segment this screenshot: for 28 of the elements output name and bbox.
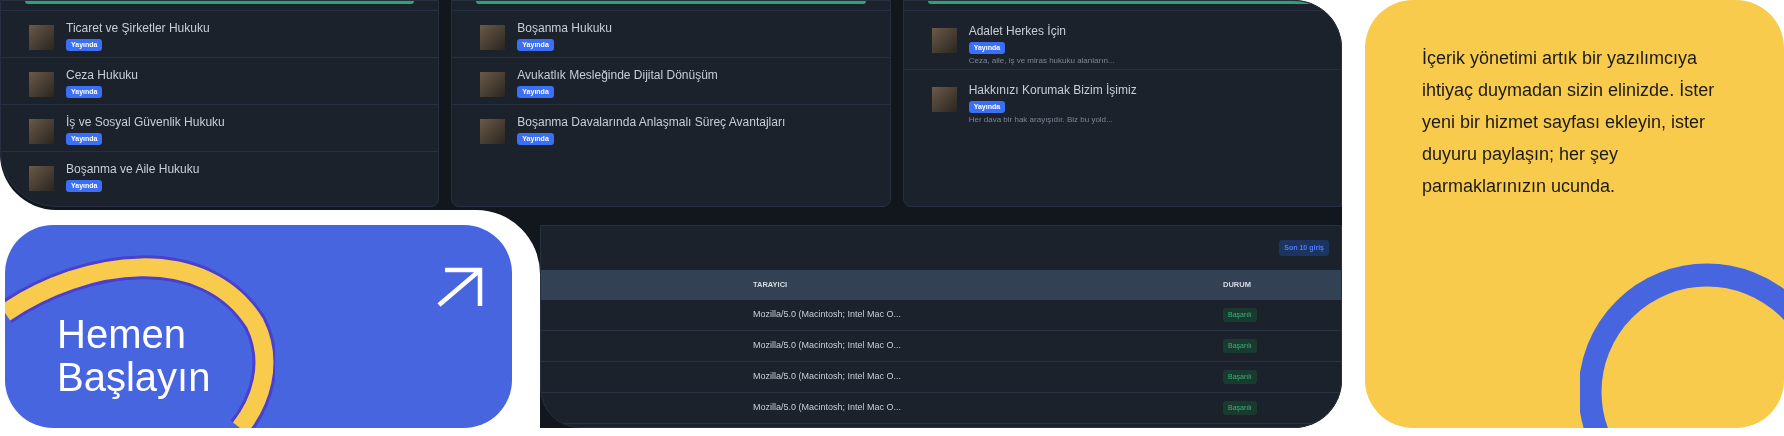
photo-placeholder (480, 25, 506, 50)
button-label: Hemen Başlayın (57, 313, 212, 399)
browser-cell-text: Mozilla/5.0 (Macintosh; Intel Mac O... (753, 308, 903, 322)
post-excerpt: Her dava bir hak arayışıdır. Biz bu yold... (968, 115, 1113, 125)
photo-placeholder (480, 119, 506, 144)
post-title[interactable]: İş ve Sosyal Güvenlik Hukuku (66, 114, 225, 130)
arrow-up-right-icon (437, 267, 483, 307)
promo-text: İçerik yönetimi artık bir yazılımcıya ihtiyaç duymadan sizin elinizde. İster yeni bir hizmet sayfası ekleyin, ister duyuru paylaşın; her şey parmaklarınızın ucunda. (1422, 47, 1716, 198)
photo-placeholder (29, 166, 54, 191)
browser-cell-text: Mozilla/5.0 (Macintosh; Intel Mac O... (753, 401, 903, 415)
photo-placeholder (931, 87, 957, 112)
post-title[interactable]: Ticaret ve Şirketler Hukuku (66, 20, 210, 36)
post-title[interactable]: Hakkınızı Korumak Bizim İşimiz (968, 82, 1137, 98)
photo-placeholder (931, 28, 957, 53)
post-excerpt: Ceza, aile, iş ve miras hukuku alanların... (968, 56, 1115, 66)
get-started-button[interactable]: Hemen Başlayın (5, 225, 512, 428)
post-title[interactable]: Boşanma Davalarında Anlaşmalı Süreç Avantajları (517, 114, 786, 130)
browser-cell-text: Mozilla/5.0 (Macintosh; Intel Mac O... (753, 370, 903, 384)
post-title[interactable]: Boşanma Hukuku (517, 20, 613, 36)
post-title[interactable]: Ceza Hukuku (66, 67, 139, 83)
photo-placeholder (29, 72, 54, 97)
photo-placeholder (29, 119, 54, 144)
post-title[interactable]: Boşanma ve Aile Hukuku (66, 161, 200, 177)
photo-placeholder (29, 25, 54, 50)
photo-placeholder (480, 72, 506, 97)
post-title[interactable]: Adalet Herkes İçin (968, 23, 1067, 39)
post-title[interactable]: Avukatlık Mesleğinde Dijital Dönüşüm (517, 67, 718, 83)
browser-cell-text: Mozilla/5.0 (Macintosh; Intel Mac O... (753, 339, 903, 353)
